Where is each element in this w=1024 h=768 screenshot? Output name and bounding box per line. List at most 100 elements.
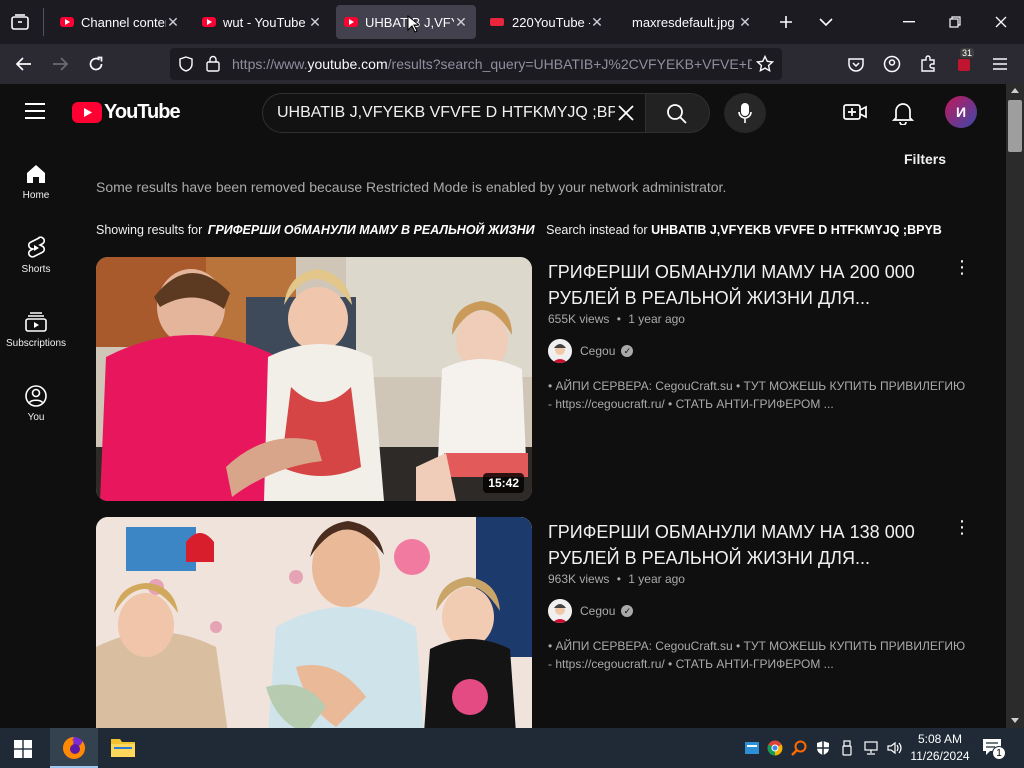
channel-avatar[interactable] xyxy=(548,599,572,623)
meta-separator: • xyxy=(616,312,621,326)
video-result[interactable]: ГРИФЕРШИ ОБМАНУЛИ МАМУ НА 138 000 РУБЛЕЙ… xyxy=(96,517,976,728)
clear-search-icon[interactable] xyxy=(617,104,635,127)
back-arrow-icon[interactable] xyxy=(10,50,38,78)
extensions-puzzle-icon[interactable] xyxy=(914,50,942,78)
video-title[interactable]: ГРИФЕРШИ ОБМАНУЛИ МАМУ НА 138 000 РУБЛЕЙ… xyxy=(548,519,928,571)
action-center-icon[interactable]: 1 xyxy=(982,738,1006,761)
view-count: 963K views xyxy=(548,572,610,586)
list-all-tabs-icon[interactable] xyxy=(812,8,840,36)
hamburger-menu-icon[interactable] xyxy=(986,50,1014,78)
video-description: • АЙПИ СЕРВЕРА: CegouCraft.su • ТУТ МОЖЕ… xyxy=(548,639,966,671)
video-title[interactable]: ГРИФЕРШИ ОБМАНУЛИ МАМУ НА 200 000 РУБЛЕЙ… xyxy=(548,259,928,311)
restore-window-icon[interactable] xyxy=(932,0,978,44)
video-duration: 15:42 xyxy=(483,473,524,493)
close-tab-icon[interactable]: ✕ xyxy=(454,14,468,31)
tracking-protection-shield-icon[interactable] xyxy=(178,56,194,77)
video-thumbnail-image xyxy=(96,257,532,501)
page-scrollbar[interactable] xyxy=(1006,84,1024,728)
usb-device-icon[interactable] xyxy=(839,740,855,756)
browser-tab-maxresdefault[interactable]: maxresdefault.jpg ( ✕ xyxy=(624,5,760,39)
taskbar-clock[interactable]: 5:08 AM 11/26/2024 xyxy=(908,731,972,765)
video-thumbnail[interactable] xyxy=(96,517,532,728)
video-result[interactable]: 15:42 ГРИФЕРШИ ОБМАНУЛИ МАМУ НА 200 000 … xyxy=(96,257,976,501)
account-avatar[interactable]: И xyxy=(945,96,977,128)
scroll-down-arrow-icon[interactable] xyxy=(1011,718,1019,723)
sidebar-item-subscriptions[interactable]: Subscriptions xyxy=(0,310,72,349)
video-thumbnail-image xyxy=(96,517,532,728)
search-instead-label: Search instead for xyxy=(546,223,648,237)
url-bar[interactable]: https://www.youtube.com/results?search_q… xyxy=(170,48,782,80)
channel-name[interactable]: Cegou xyxy=(580,344,615,358)
notifications-bell-icon[interactable] xyxy=(891,101,915,130)
channel-avatar[interactable] xyxy=(548,339,572,363)
scroll-up-arrow-icon[interactable] xyxy=(1011,88,1019,93)
windows-start-icon[interactable] xyxy=(14,740,32,763)
tab-divider xyxy=(43,8,44,36)
browser-tab-220youtube[interactable]: 220YouTube - C ✕ xyxy=(482,5,612,39)
sidebar-item-shorts[interactable]: Shorts xyxy=(0,236,72,275)
corrected-query-link[interactable]: ГРИФЕРШИ ОбМАНУЛИ МАМУ В РЕАЛЬНОЙ ЖИЗНИ xyxy=(208,223,535,237)
browser-tab-wut[interactable]: wut - YouTube ✕ xyxy=(194,5,330,39)
firefox-icon xyxy=(63,737,85,759)
youtube-icon xyxy=(60,17,74,27)
search-input[interactable]: UHBATIB J,VFYEKB VFVFE D HTFKMYJQ ;BPYB xyxy=(262,93,646,133)
network-icon[interactable] xyxy=(863,740,879,756)
clock-time: 5:08 AM xyxy=(917,732,963,746)
guide-menu-icon[interactable] xyxy=(24,102,46,125)
tab-overview-icon[interactable] xyxy=(6,8,34,36)
video-description: • АЙПИ СЕРВЕРА: CegouCraft.su • ТУТ МОЖЕ… xyxy=(548,379,966,411)
url-prefix: https://www. xyxy=(232,56,308,72)
more-actions-icon[interactable]: ⋮ xyxy=(952,257,972,277)
taskbar-firefox-button[interactable] xyxy=(50,728,98,768)
security-shield-icon[interactable] xyxy=(815,740,831,756)
file-explorer-icon[interactable] xyxy=(110,736,136,763)
youtube-logo[interactable]: YouTube xyxy=(72,101,181,124)
bookmark-star-icon[interactable] xyxy=(755,54,775,78)
tray-app-icon[interactable] xyxy=(744,740,760,756)
channel-name[interactable]: Cegou xyxy=(580,604,615,618)
sidebar-item-label: Subscriptions xyxy=(5,338,67,349)
extension-badge-icon[interactable]: 31 xyxy=(950,48,978,78)
video-thumbnail[interactable]: 15:42 xyxy=(96,257,532,501)
close-window-icon[interactable] xyxy=(978,0,1024,44)
original-query-link[interactable]: UHBATIB J,VFYEKB VFVFE D HTFKMYJQ ;BPYB xyxy=(651,223,942,237)
youtube-icon xyxy=(344,17,358,27)
scrollbar-thumb[interactable] xyxy=(1008,100,1022,152)
sidebar-item-label: Shorts xyxy=(21,264,51,275)
create-video-icon[interactable] xyxy=(843,101,867,128)
padlock-icon[interactable] xyxy=(206,55,220,77)
close-tab-icon[interactable]: ✕ xyxy=(308,14,322,31)
reload-icon[interactable] xyxy=(82,50,110,78)
account-icon[interactable] xyxy=(878,50,906,78)
minimize-window-icon[interactable] xyxy=(886,0,932,44)
sidebar-item-you[interactable]: You xyxy=(0,384,72,423)
browser-tab-channel-content[interactable]: Channel content ✕ xyxy=(52,5,188,39)
close-tab-icon[interactable]: ✕ xyxy=(590,14,604,31)
notification-count-badge: 1 xyxy=(992,746,1006,760)
pocket-icon[interactable] xyxy=(842,50,870,78)
search-tool-icon[interactable] xyxy=(791,740,807,756)
mouse-cursor-icon xyxy=(407,15,419,33)
forward-arrow-icon[interactable] xyxy=(46,50,74,78)
voice-search-button[interactable] xyxy=(724,93,766,133)
new-tab-icon[interactable] xyxy=(772,8,800,36)
chrome-icon[interactable] xyxy=(767,740,783,756)
page-icon xyxy=(490,18,504,26)
search-button[interactable] xyxy=(646,93,710,133)
avatar-initial: И xyxy=(955,104,967,120)
sidebar-item-home[interactable]: Home xyxy=(0,162,72,201)
extension-badge-count: 31 xyxy=(960,48,975,58)
close-tab-icon[interactable]: ✕ xyxy=(166,14,180,31)
more-actions-icon[interactable]: ⋮ xyxy=(952,517,972,537)
browser-tab-active-search[interactable]: UHBATIB J,VFY ✕ xyxy=(336,5,476,39)
video-metadata: 655K views • 1 year ago xyxy=(548,312,685,326)
url-text[interactable]: https://www.youtube.com/results?search_q… xyxy=(232,56,752,72)
browser-navigation-bar: https://www.youtube.com/results?search_q… xyxy=(0,44,1024,84)
close-tab-icon[interactable]: ✕ xyxy=(738,14,752,31)
clock-date: 11/26/2024 xyxy=(910,749,970,763)
filters-button[interactable]: Filters xyxy=(904,151,946,167)
channel-info[interactable]: Cegou ✓ xyxy=(548,339,634,363)
channel-info[interactable]: Cegou ✓ xyxy=(548,599,634,623)
volume-icon[interactable] xyxy=(886,740,902,756)
meta-separator: • xyxy=(616,572,621,586)
